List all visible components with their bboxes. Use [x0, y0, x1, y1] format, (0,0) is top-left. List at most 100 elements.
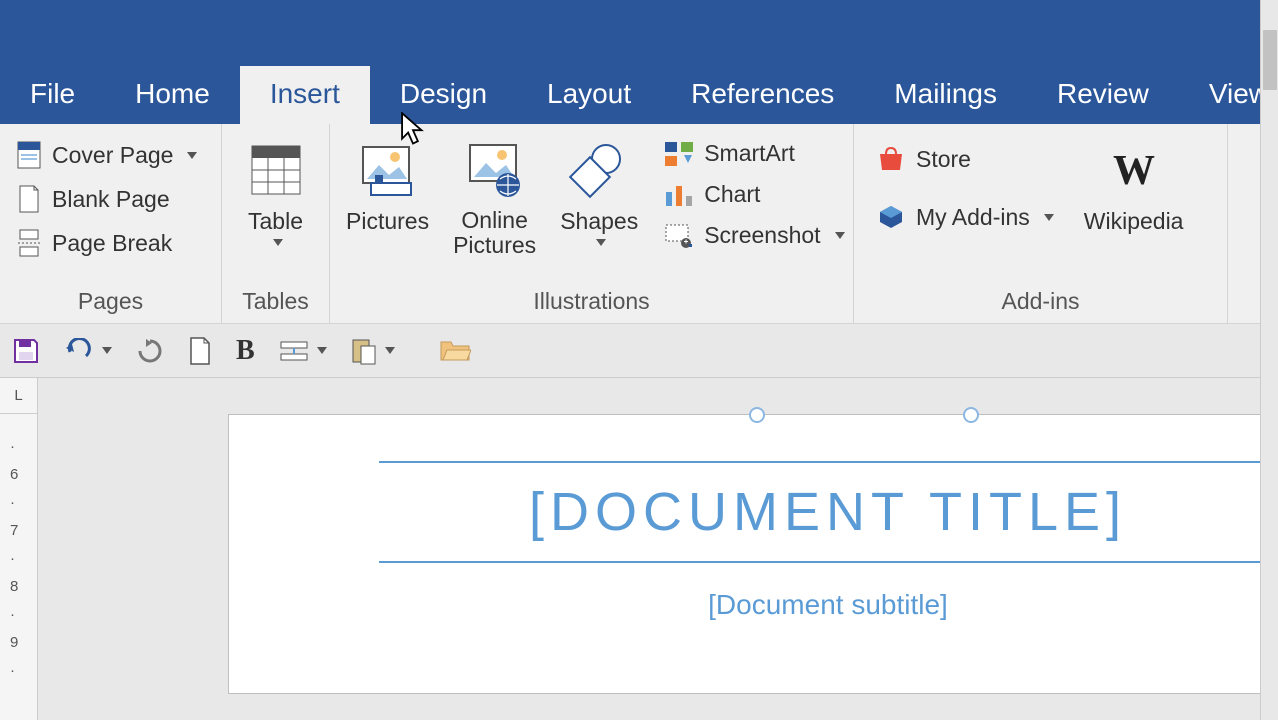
store-icon — [876, 144, 906, 174]
tab-file[interactable]: File — [0, 66, 105, 124]
pictures-icon — [357, 141, 419, 199]
ruler-corner[interactable]: L — [0, 378, 37, 414]
online-pictures-label: Online Pictures — [453, 208, 536, 259]
chevron-down-icon — [596, 239, 606, 246]
paste-button[interactable] — [351, 336, 395, 366]
document-title-field[interactable]: [DOCUMENT TITLE] — [379, 461, 1277, 563]
save-button[interactable] — [12, 337, 40, 365]
save-icon — [12, 337, 40, 365]
ribbon-tabstrip: File Home Insert Design Layout Reference… — [0, 62, 1278, 124]
document-area: L · 6 · 7 · 8 · 9 · [DOCUMENT TITLE] [Do… — [0, 378, 1278, 720]
blank-page-button[interactable]: Blank Page — [6, 178, 207, 220]
page-break-button[interactable]: Page Break — [6, 222, 207, 264]
chevron-down-icon — [273, 239, 283, 246]
group-tables: Table Tables — [222, 124, 330, 323]
screenshot-button[interactable]: Screenshot — [654, 216, 854, 255]
smartart-icon — [664, 141, 694, 167]
cover-page-icon — [16, 140, 42, 170]
ruler-tick-label: 7 — [10, 522, 18, 539]
group-addins-label: Add-ins — [858, 284, 1223, 323]
group-tables-label: Tables — [226, 284, 325, 323]
title-bar — [0, 0, 1278, 62]
page[interactable]: [DOCUMENT TITLE] [Document subtitle] — [228, 414, 1278, 694]
undo-button[interactable] — [64, 338, 112, 364]
folder-icon — [439, 338, 471, 364]
my-addins-icon — [876, 202, 906, 232]
ruler-tick: · — [10, 662, 15, 679]
ruler-tick: · — [10, 438, 15, 455]
tab-references[interactable]: References — [661, 66, 864, 124]
shapes-button[interactable]: Shapes — [548, 130, 650, 284]
smartart-label: SmartArt — [704, 140, 795, 167]
bold-icon: B — [236, 335, 255, 367]
vertical-scrollbar[interactable] — [1260, 0, 1278, 720]
vertical-ruler[interactable]: L · 6 · 7 · 8 · 9 · — [0, 378, 38, 720]
wikipedia-icon: W — [1106, 146, 1162, 194]
tab-review[interactable]: Review — [1027, 66, 1179, 124]
store-label: Store — [916, 146, 971, 173]
chevron-down-icon — [1044, 214, 1054, 221]
document-subtitle-field[interactable]: [Document subtitle] — [379, 589, 1277, 621]
new-document-button[interactable] — [188, 336, 212, 366]
selection-handle[interactable] — [749, 407, 765, 423]
group-pages: Cover Page Blank Page Page Break Pages — [0, 124, 222, 323]
chevron-down-icon — [102, 347, 112, 354]
svg-text:W: W — [1113, 148, 1155, 194]
wikipedia-label: Wikipedia — [1084, 208, 1184, 235]
tab-layout[interactable]: Layout — [517, 66, 661, 124]
screenshot-label: Screenshot — [704, 222, 820, 249]
chart-button[interactable]: Chart — [654, 175, 854, 214]
screenshot-icon — [664, 223, 694, 249]
blank-page-label: Blank Page — [52, 186, 170, 213]
ruler-tick: · — [10, 494, 15, 511]
wikipedia-button[interactable]: W Wikipedia — [1072, 130, 1196, 284]
pictures-label: Pictures — [346, 208, 429, 235]
chevron-down-icon — [187, 152, 197, 159]
cover-page-label: Cover Page — [52, 142, 173, 169]
smartart-button[interactable]: SmartArt — [654, 134, 854, 173]
my-addins-button[interactable]: My Add-ins — [866, 196, 1064, 238]
repeat-icon — [136, 337, 164, 365]
table-icon — [248, 142, 304, 198]
scrollbar-thumb[interactable] — [1263, 30, 1277, 90]
ribbon: Cover Page Blank Page Page Break Pages — [0, 124, 1278, 324]
document-canvas[interactable]: [DOCUMENT TITLE] [Document subtitle] — [38, 378, 1278, 720]
pictures-button[interactable]: Pictures — [334, 130, 441, 284]
tab-home[interactable]: Home — [105, 66, 240, 124]
my-addins-label: My Add-ins — [916, 204, 1030, 231]
quick-access-toolbar: B — [0, 324, 1278, 378]
paste-icon — [351, 336, 377, 366]
ruler-tick-label: 8 — [10, 578, 18, 595]
group-pages-label: Pages — [4, 284, 217, 323]
online-pictures-icon — [464, 141, 526, 199]
tab-insert[interactable]: Insert — [240, 66, 370, 124]
group-illustrations: Pictures Online Pictures Shapes SmartArt — [330, 124, 854, 323]
cover-page-button[interactable]: Cover Page — [6, 134, 207, 176]
open-folder-button[interactable] — [439, 338, 471, 364]
ruler-tick: · — [10, 606, 15, 623]
chart-label: Chart — [704, 181, 760, 208]
table-label: Table — [248, 208, 303, 235]
shapes-label: Shapes — [560, 208, 638, 235]
chevron-down-icon — [385, 347, 395, 354]
repeat-button[interactable] — [136, 337, 164, 365]
undo-icon — [64, 338, 94, 364]
shapes-icon — [568, 141, 630, 199]
group-addins: Store My Add-ins W Wikipedia Add-ins — [854, 124, 1228, 323]
chart-icon — [664, 182, 694, 208]
tab-mailings[interactable]: Mailings — [864, 66, 1027, 124]
qat-button-1[interactable] — [279, 338, 327, 364]
tab-design[interactable]: Design — [370, 66, 517, 124]
bold-button[interactable]: B — [236, 335, 255, 367]
ruler-tick-label: 6 — [10, 466, 18, 483]
selection-handle[interactable] — [963, 407, 979, 423]
table-button[interactable]: Table — [236, 130, 316, 284]
new-document-icon — [188, 336, 212, 366]
blank-page-icon — [16, 184, 42, 214]
page-break-label: Page Break — [52, 230, 172, 257]
ruler-tick: · — [10, 550, 15, 567]
insert-row-icon — [279, 338, 309, 364]
ruler-tick-label: 9 — [10, 634, 18, 651]
store-button[interactable]: Store — [866, 138, 1064, 180]
online-pictures-button[interactable]: Online Pictures — [441, 130, 548, 284]
